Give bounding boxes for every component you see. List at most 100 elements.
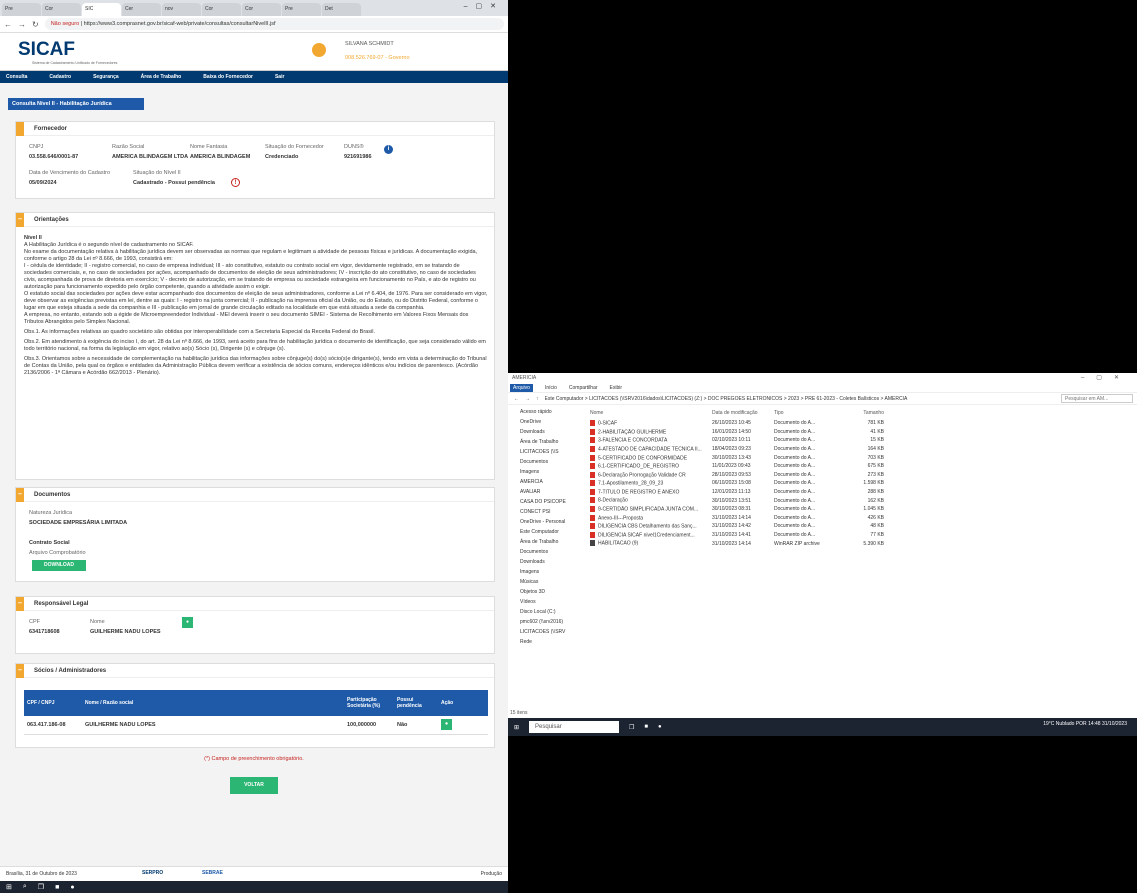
file-row[interactable]: 6-Declaração Prorrogação Validade CR 28/1… [590,471,1130,480]
clock-time[interactable]: 14:48 [1088,721,1101,727]
nav-item[interactable]: Imagens [508,567,584,577]
task-view-icon[interactable]: ❐ [38,883,44,891]
browser-tab[interactable]: Pre [2,3,41,16]
nav-item[interactable]: LICITACOES (\\S [508,447,584,457]
nav-item[interactable]: CASA DO PSICOPE [508,497,584,507]
nav-item[interactable]: Downloads [508,427,584,437]
ribbon-arquivo[interactable]: Arquivo [510,383,533,392]
back-icon[interactable]: ← [4,20,12,29]
language-text[interactable]: POR [1076,721,1087,727]
file-row[interactable]: 6.1-CERTIFICADO_DE_REGISTRO 11/01/2023 09… [590,462,1130,471]
col-tamanho[interactable]: Tamanho [844,410,884,416]
folder-icon[interactable]: ■ [55,884,59,891]
nav-item[interactable]: Área de Trabalho [508,537,584,547]
ribbon-inicio[interactable]: Início [545,385,557,391]
duns-info-icon[interactable]: i [384,145,393,154]
nav-item[interactable]: Vídeos [508,597,584,607]
collapse-icon[interactable]: – [16,596,24,611]
file-row[interactable]: 0-SICAF 26/10/2023 10:45 Documento do A...… [590,419,1130,428]
url-input[interactable]: Não seguro | https://www3.comprasnet.gov… [44,18,504,30]
file-row[interactable]: 5-CERTIFICADO DE CONFORMIDADE 30/10/2023 … [590,453,1130,462]
menu-baixa[interactable]: Baixa do Fornecedor [203,74,253,80]
forward-icon[interactable]: → [525,396,530,402]
nav-item[interactable]: Acesso rápido [508,407,584,417]
menu-consulta[interactable]: Consulta [6,74,27,80]
voltar-button[interactable]: VOLTAR [230,777,278,794]
nav-item[interactable]: Área de Trabalho [508,437,584,447]
path-input[interactable]: Este Computador > LICITACOES (\\SRV2016\… [545,396,1056,402]
window-controls[interactable]: –▢✕ [464,2,504,10]
file-row[interactable]: 9-CERTIDÃO SIMPLIFICADA JUNTA COM... 30/1… [590,505,1130,514]
file-name-text: Anexo-III---Proposta [598,514,644,521]
menu-sair[interactable]: Sair [275,74,284,80]
reload-icon[interactable]: ↻ [32,20,39,29]
file-row[interactable]: DILIGENCIA SICAF nivel1Credenciament... 3… [590,531,1130,540]
col-nome[interactable]: Nome [590,410,712,416]
file-row[interactable]: 2-HABILITAÇÃO GUILHERME 16/01/2023 14:50 D… [590,428,1130,437]
site-header: SICAF Sistema de Cadastramento Unificado… [0,33,508,71]
collapse-icon[interactable]: – [16,663,24,678]
file-row[interactable]: DILIGENCIA CBS Detalhamento das Sanç... 3… [590,522,1130,531]
taskbar-search-input[interactable]: Pesquisar [529,721,620,733]
nav-item[interactable]: Músicas [508,577,584,587]
nav-item[interactable]: LICITACOES (\\SRV [508,627,584,637]
nav-item[interactable]: AMERCIA [508,477,584,487]
clock-date[interactable]: 31/10/2023 [1102,721,1127,727]
window-controls[interactable]: –▢✕ [1081,374,1131,381]
nav-item[interactable]: AVALIAR [508,487,584,497]
windows-start-icon[interactable]: ⊞ [514,724,519,731]
browser-tab[interactable]: Pre [282,3,321,16]
collapse-icon[interactable]: – [16,212,24,227]
browser-tab[interactable]: Cor [202,3,241,16]
nav-item[interactable]: Objetos 3D [508,587,584,597]
nav-item[interactable]: Disco Local (C:) [508,607,584,617]
browser-tab[interactable]: nov [162,3,201,16]
ribbon-exibir[interactable]: Exibir [610,385,623,391]
nav-item[interactable]: Documentos [508,457,584,467]
browser-tab[interactable]: Det [322,3,361,16]
col-tipo[interactable]: Tipo [774,410,844,416]
view-responsavel-button[interactable]: ● [182,617,193,628]
nav-item[interactable]: Rede [508,637,584,647]
file-row[interactable]: 4-ATESTADO DE CAPACIDADE TÉCNICA II... 18… [590,445,1130,454]
nav-item[interactable]: OneDrive [508,417,584,427]
file-row[interactable]: 7-TITULO DE REGISTRO E ANEXO 12/01/2023 1… [590,488,1130,497]
nav-item[interactable]: Este Computador [508,527,584,537]
nav-item[interactable]: Documentos [508,547,584,557]
nav-item[interactable]: Downloads [508,557,584,567]
nav-item[interactable]: CONECT PSI [508,507,584,517]
up-icon[interactable]: ↑ [536,396,539,402]
search-icon[interactable]: ⌕ [23,883,27,891]
browser-tab[interactable]: Cer [122,3,161,16]
collapse-icon[interactable]: – [16,487,24,502]
weather-text[interactable]: 19°C Nublado [1043,721,1074,727]
ribbon-compartilhar[interactable]: Compartilhar [569,385,598,391]
file-row[interactable]: HABILITACAO (9) 31/10/2023 14:14 WinRAR ZI… [590,539,1130,548]
chrome-icon[interactable]: ● [658,724,662,730]
file-row[interactable]: 7.1-Apostilamento_28_09_23 06/10/2023 15:… [590,479,1130,488]
download-button[interactable]: DOWNLOAD [32,560,86,571]
file-row[interactable]: Anexo-III---Proposta 31/10/2023 14:14 Docu… [590,514,1130,523]
pendencia-alert-icon[interactable]: ! [231,178,240,187]
menu-area-trabalho[interactable]: Área de Trabalho [141,74,182,80]
socios-table: CPF / CNPJ Nome / Razão social Participa… [24,690,488,735]
browser-tab[interactable]: Cor [42,3,81,16]
file-row[interactable]: 8-Declaração 30/10/2023 13:51 Documento do… [590,496,1130,505]
view-socio-button[interactable]: ● [441,719,452,731]
nav-item[interactable]: OneDrive - Personal [508,517,584,527]
task-view-icon[interactable]: ❐ [629,724,634,731]
browser-tab-active[interactable]: SIC [82,3,121,16]
chrome-icon[interactable]: ● [70,884,74,891]
windows-start-icon[interactable]: ⊞ [6,883,12,891]
search-input[interactable]: Pesquisar em AM... [1061,394,1133,403]
forward-icon[interactable]: → [18,20,26,29]
nav-item[interactable]: pmc602 (\\srv2016) [508,617,584,627]
menu-cadastro[interactable]: Cadastro [49,74,71,80]
back-icon[interactable]: ← [514,396,519,402]
file-row[interactable]: 3-FALENCIA E CONCORDATA 02/10/2023 10:11 D… [590,436,1130,445]
col-data[interactable]: Data de modificação [712,410,774,416]
nav-item[interactable]: Imagens [508,467,584,477]
browser-tab[interactable]: Cor [242,3,281,16]
menu-seguranca[interactable]: Segurança [93,74,119,80]
folder-icon[interactable]: ■ [644,724,648,730]
